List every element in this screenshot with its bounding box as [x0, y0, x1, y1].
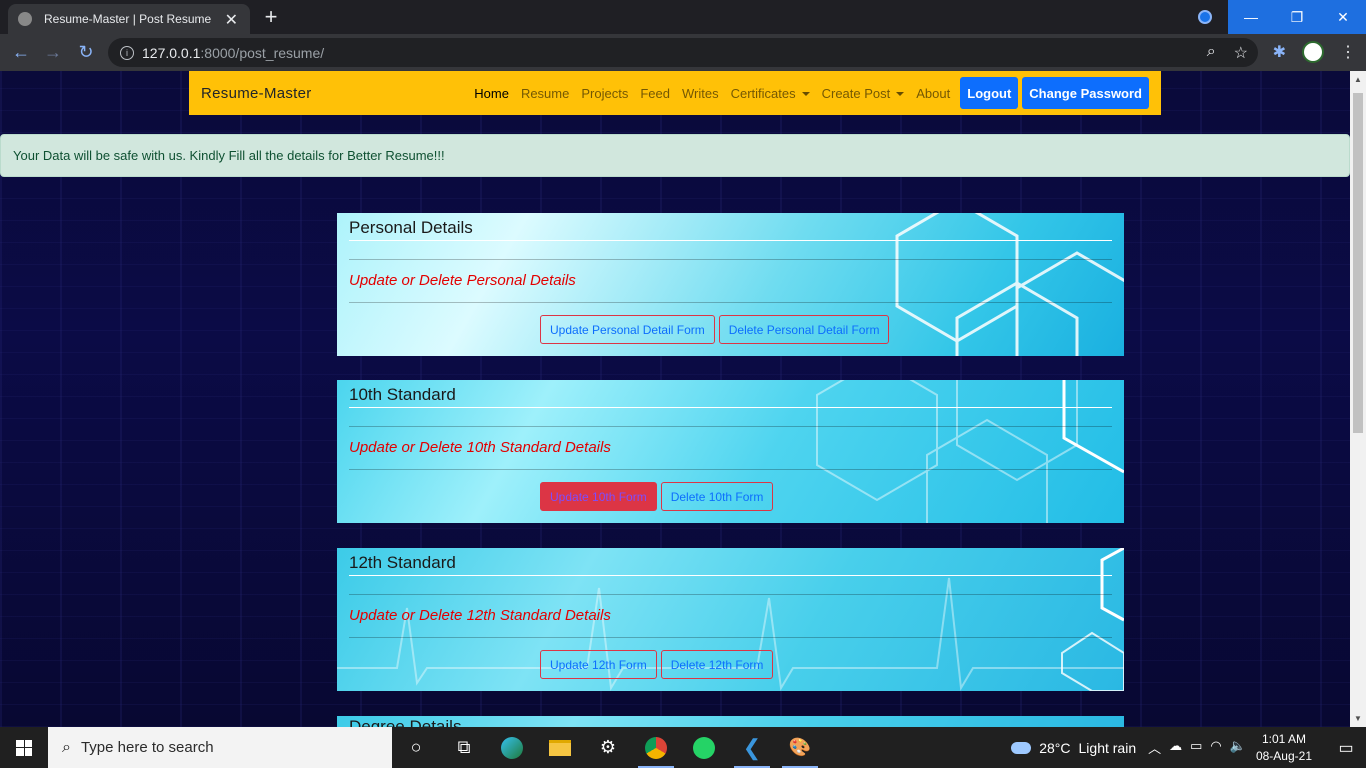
- browser-toolbar: ← → ↻ i 127.0.0.1 :8000/post_resume/ ⌕ ☆…: [0, 34, 1366, 71]
- cloud-rain-icon: [1011, 741, 1032, 754]
- volume-icon[interactable]: 🔈: [1230, 738, 1246, 757]
- restore-button[interactable]: ❐: [1274, 0, 1320, 34]
- taskbar-search-box[interactable]: ⌕ Type here to search: [48, 727, 392, 768]
- paint-icon[interactable]: 🎨: [776, 727, 824, 768]
- new-tab-button[interactable]: +: [258, 4, 284, 30]
- tenth-standard-card: 10th Standard Update or Delete 10th Stan…: [337, 380, 1124, 523]
- nav-link-about[interactable]: About: [916, 86, 950, 101]
- nav-link-feed[interactable]: Feed: [640, 86, 670, 101]
- globe-icon: [18, 12, 32, 26]
- update-12th-button[interactable]: Update 12th Form: [540, 650, 657, 679]
- url-path: :8000/post_resume/: [200, 44, 325, 61]
- card-subtitle: Update or Delete 10th Standard Details: [349, 439, 611, 456]
- window-controls: — ❐ ✕: [1182, 0, 1366, 34]
- twelfth-standard-card: 12th Standard Update or Delete 12th Stan…: [337, 548, 1124, 691]
- windows-start-icon[interactable]: [0, 727, 48, 768]
- chrome-icon[interactable]: [632, 727, 680, 768]
- brand-logo-text[interactable]: Resume-Master: [201, 85, 468, 102]
- nav-dropdown-create-post[interactable]: Create Post: [822, 86, 905, 101]
- url-host: 127.0.0.1: [142, 44, 201, 61]
- settings-gear-icon[interactable]: ⚙: [584, 727, 632, 768]
- nav-link-projects[interactable]: Projects: [581, 86, 628, 101]
- nav-link-home[interactable]: Home: [474, 86, 509, 101]
- bookmark-star-icon[interactable]: ☆: [1234, 43, 1248, 63]
- delete-10th-button[interactable]: Delete 10th Form: [660, 482, 774, 511]
- divider: [349, 469, 1112, 470]
- scroll-up-icon[interactable]: ▲: [1354, 75, 1362, 84]
- card-subtitle: Update or Delete 12th Standard Details: [349, 607, 611, 624]
- vscode-icon[interactable]: ❮: [728, 727, 776, 768]
- divider: [349, 594, 1112, 595]
- degree-details-card: Degree Details: [337, 716, 1124, 727]
- windows-taskbar: ⌕ Type here to search ○ ⧉ ⚙ ❮ 🎨 28°C Lig…: [0, 727, 1366, 768]
- profile-download-icon[interactable]: [1182, 0, 1228, 34]
- battery-icon[interactable]: ▭: [1190, 738, 1202, 757]
- clock-time: 1:01 AM: [1261, 731, 1306, 746]
- back-icon[interactable]: ←: [10, 42, 32, 63]
- page-viewport: Resume-Master Home Resume Projects Feed …: [0, 71, 1350, 727]
- nav-link-writes[interactable]: Writes: [682, 86, 719, 101]
- cortana-icon[interactable]: ○: [392, 727, 440, 768]
- card-title: Degree Details: [349, 717, 462, 727]
- wifi-icon[interactable]: ◠: [1210, 738, 1221, 757]
- file-explorer-icon[interactable]: [536, 727, 584, 768]
- browser-tab[interactable]: Resume-Master | Post Resume ✕: [8, 4, 250, 34]
- weather-temp: 28°C: [1039, 739, 1071, 756]
- delete-personal-detail-button[interactable]: Delete Personal Detail Form: [718, 315, 890, 344]
- weather-text: Light rain: [1078, 739, 1137, 756]
- divider: [349, 302, 1112, 303]
- onedrive-cloud-icon[interactable]: ☁: [1169, 738, 1182, 757]
- address-bar[interactable]: i 127.0.0.1 :8000/post_resume/ ⌕ ☆: [108, 38, 1258, 67]
- whatsapp-icon[interactable]: [680, 727, 728, 768]
- scrollbar-thumb[interactable]: [1353, 93, 1363, 433]
- tab-close-icon[interactable]: ✕: [225, 10, 238, 30]
- nav-dropdown-certificates[interactable]: Certificates: [731, 86, 810, 101]
- personal-details-card: Personal Details Update or Delete Person…: [337, 213, 1124, 356]
- divider: [349, 426, 1112, 427]
- update-10th-button[interactable]: Update 10th Form: [540, 482, 657, 511]
- search-placeholder: Type here to search: [80, 739, 214, 756]
- info-alert: Your Data will be safe with us. Kindly F…: [0, 134, 1350, 177]
- system-tray: 28°C Light rain ︿ ☁ ▭ ◠ 🔈 1:01 AM 08-Aug…: [1011, 727, 1366, 768]
- weather-widget[interactable]: 28°C Light rain: [1011, 740, 1136, 756]
- clock-date: 08-Aug-21: [1255, 748, 1312, 763]
- menu-kebab-icon[interactable]: ⋮: [1340, 42, 1356, 62]
- site-navbar: Resume-Master Home Resume Projects Feed …: [189, 71, 1161, 115]
- change-password-button[interactable]: Change Password: [1022, 77, 1149, 109]
- title-divider: [349, 240, 1112, 241]
- title-divider: [349, 575, 1112, 576]
- edge-icon[interactable]: [488, 727, 536, 768]
- extensions-icon[interactable]: ✱: [1273, 42, 1286, 62]
- logout-button[interactable]: Logout: [960, 77, 1019, 109]
- chevron-up-icon[interactable]: ︿: [1148, 738, 1161, 757]
- site-info-icon[interactable]: i: [120, 45, 134, 60]
- delete-12th-button[interactable]: Delete 12th Form: [660, 650, 774, 679]
- update-personal-detail-button[interactable]: Update Personal Detail Form: [540, 315, 715, 344]
- notification-icon[interactable]: ▭: [1326, 738, 1366, 758]
- close-window-button[interactable]: ✕: [1320, 0, 1366, 34]
- search-icon: ⌕: [62, 738, 71, 756]
- minimize-button[interactable]: —: [1228, 0, 1274, 34]
- divider: [349, 259, 1112, 260]
- card-title: 10th Standard: [349, 385, 456, 404]
- taskbar-clock[interactable]: 1:01 AM 08-Aug-21: [1256, 731, 1312, 765]
- task-view-icon[interactable]: ⧉: [440, 727, 488, 768]
- card-title: Personal Details: [349, 218, 473, 237]
- zoom-icon[interactable]: ⌕: [1207, 43, 1216, 63]
- scroll-down-icon[interactable]: ▼: [1354, 714, 1362, 723]
- profile-avatar[interactable]: [1302, 41, 1324, 63]
- browser-tab-strip: Resume-Master | Post Resume ✕ + — ❐ ✕: [0, 0, 1366, 34]
- nav-link-resume[interactable]: Resume: [521, 86, 569, 101]
- card-subtitle: Update or Delete Personal Details: [349, 272, 576, 289]
- title-divider: [349, 407, 1112, 408]
- card-title: 12th Standard: [349, 553, 456, 572]
- forward-icon[interactable]: →: [42, 42, 64, 63]
- reload-icon[interactable]: ↻: [75, 42, 97, 63]
- tab-title: Resume-Master | Post Resume: [44, 12, 212, 26]
- page-scrollbar[interactable]: ▲ ▼: [1350, 71, 1366, 727]
- divider: [349, 637, 1112, 638]
